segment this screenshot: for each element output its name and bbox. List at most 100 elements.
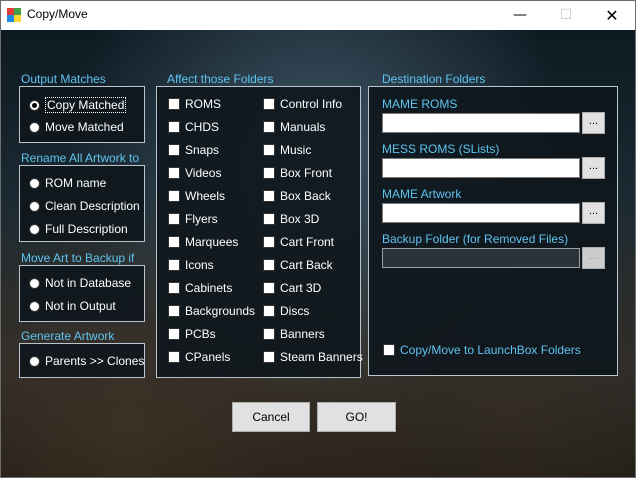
folder-banners-checkbox[interactable]: Banners <box>263 327 325 341</box>
not-in-output-radio[interactable]: Not in Output <box>29 299 116 313</box>
full-description-radio[interactable]: Full Description <box>29 222 128 236</box>
checkbox[interactable] <box>263 144 275 156</box>
folder-steam-banners-checkbox[interactable]: Steam Banners <box>263 350 363 364</box>
maximize-icon[interactable]: ☐ <box>543 1 589 30</box>
folder-box-front-checkbox[interactable]: Box Front <box>263 166 332 180</box>
checkbox[interactable] <box>168 144 180 156</box>
folder-label: Cart Back <box>280 258 333 272</box>
folder-cpanels-checkbox[interactable]: CPanels <box>168 350 230 364</box>
radio-button[interactable] <box>29 355 40 367</box>
checkbox[interactable] <box>263 236 275 248</box>
checkbox[interactable] <box>168 190 180 202</box>
folder-flyers-checkbox[interactable]: Flyers <box>168 212 218 226</box>
radio-button[interactable] <box>29 200 40 212</box>
folder-box-back-checkbox[interactable]: Box Back <box>263 189 331 203</box>
checkbox[interactable] <box>263 328 275 340</box>
checkbox[interactable] <box>168 351 180 363</box>
checkbox[interactable] <box>263 351 275 363</box>
generate-artwork-group: Parents >> Clones <box>19 343 145 378</box>
checkbox[interactable] <box>263 121 275 133</box>
checkbox[interactable] <box>168 282 180 294</box>
launchbox-folders-checkbox[interactable]: Copy/Move to LaunchBox Folders <box>383 343 581 357</box>
checkbox[interactable] <box>263 167 275 179</box>
not-in-database-label: Not in Database <box>45 276 132 290</box>
folder-chds-checkbox[interactable]: CHDS <box>168 120 219 134</box>
go-button[interactable]: GO! <box>317 402 396 432</box>
checkbox[interactable] <box>168 259 180 271</box>
folder-label: Snaps <box>185 143 220 157</box>
folder-label: Cart 3D <box>280 281 322 295</box>
radio-button[interactable] <box>29 99 40 111</box>
folder-cart-back-checkbox[interactable]: Cart Back <box>263 258 333 272</box>
folder-control-info-checkbox[interactable]: Control Info <box>263 97 342 111</box>
mame-artwork-input[interactable] <box>382 203 580 223</box>
checkbox[interactable] <box>263 305 275 317</box>
backup-folder-input[interactable] <box>382 248 580 268</box>
folder-label: PCBs <box>185 327 216 341</box>
folder-label: Cabinets <box>185 281 233 295</box>
backup-folder-label: Backup Folder (for Removed Files) <box>382 232 569 246</box>
radio-button[interactable] <box>29 121 40 133</box>
checkbox[interactable] <box>168 98 180 110</box>
rom-name-label: ROM name <box>45 176 107 190</box>
folder-cart-3d-checkbox[interactable]: Cart 3D <box>263 281 321 295</box>
parents-clones-radio[interactable]: Parents >> Clones <box>29 354 144 368</box>
folder-box-3d-checkbox[interactable]: Box 3D <box>263 212 319 226</box>
folder-marquees-checkbox[interactable]: Marquees <box>168 235 238 249</box>
rename-artwork-group: ROM name Clean Description Full Descript… <box>19 165 145 242</box>
folder-label: Control Info <box>280 97 343 111</box>
folder-label: Backgrounds <box>185 304 256 318</box>
checkbox[interactable] <box>168 305 180 317</box>
clean-description-radio[interactable]: Clean Description <box>29 199 140 213</box>
mame-artwork-browse-button[interactable]: ... <box>582 202 605 224</box>
checkbox[interactable] <box>168 328 180 340</box>
output-matches-group: Copy Matched Move Matched <box>19 86 145 143</box>
folder-label: Box 3D <box>280 212 320 226</box>
checkbox[interactable] <box>383 344 395 356</box>
checkbox[interactable] <box>168 236 180 248</box>
title-bar[interactable]: Copy/Move — ☐ ✕ <box>1 1 635 30</box>
checkbox[interactable] <box>263 98 275 110</box>
folder-manuals-checkbox[interactable]: Manuals <box>263 120 325 134</box>
folder-music-checkbox[interactable]: Music <box>263 143 311 157</box>
not-in-database-radio[interactable]: Not in Database <box>29 276 131 290</box>
folder-pcbs-checkbox[interactable]: PCBs <box>168 327 216 341</box>
radio-button[interactable] <box>29 277 40 289</box>
checkbox[interactable] <box>168 167 180 179</box>
radio-button[interactable] <box>29 223 40 235</box>
folder-cart-front-checkbox[interactable]: Cart Front <box>263 235 334 249</box>
folder-icons-checkbox[interactable]: Icons <box>168 258 214 272</box>
radio-button[interactable] <box>29 177 40 189</box>
mame-roms-browse-button[interactable]: ... <box>582 112 605 134</box>
checkbox[interactable] <box>168 213 180 225</box>
folder-label: Steam Banners <box>280 350 363 364</box>
checkbox[interactable] <box>263 282 275 294</box>
copy-move-window: Copy/Move — ☐ ✕ Output Matches Copy Matc… <box>0 0 636 478</box>
folder-snaps-checkbox[interactable]: Snaps <box>168 143 219 157</box>
close-icon[interactable]: ✕ <box>589 1 635 30</box>
destination-folders-label: Destination Folders <box>382 72 486 86</box>
folder-label: Videos <box>185 166 222 180</box>
checkbox[interactable] <box>263 259 275 271</box>
rom-name-radio[interactable]: ROM name <box>29 176 106 190</box>
folder-wheels-checkbox[interactable]: Wheels <box>168 189 225 203</box>
mame-roms-input[interactable] <box>382 113 580 133</box>
folder-label: Wheels <box>185 189 226 203</box>
folder-videos-checkbox[interactable]: Videos <box>168 166 221 180</box>
backup-folder-browse-button[interactable]: ... <box>582 247 605 269</box>
folder-backgrounds-checkbox[interactable]: Backgrounds <box>168 304 255 318</box>
radio-button[interactable] <box>29 300 40 312</box>
move-matched-radio[interactable]: Move Matched <box>29 120 124 134</box>
cancel-button[interactable]: Cancel <box>232 402 310 432</box>
folder-discs-checkbox[interactable]: Discs <box>263 304 309 318</box>
checkbox[interactable] <box>263 213 275 225</box>
minimize-icon[interactable]: — <box>497 1 543 30</box>
checkbox[interactable] <box>168 121 180 133</box>
folder-roms-checkbox[interactable]: ROMS <box>168 97 221 111</box>
folder-cabinets-checkbox[interactable]: Cabinets <box>168 281 232 295</box>
mess-roms-browse-button[interactable]: ... <box>582 157 605 179</box>
copy-matched-radio[interactable]: Copy Matched <box>29 97 127 113</box>
output-matches-label: Output Matches <box>21 72 106 86</box>
mess-roms-input[interactable] <box>382 158 580 178</box>
checkbox[interactable] <box>263 190 275 202</box>
